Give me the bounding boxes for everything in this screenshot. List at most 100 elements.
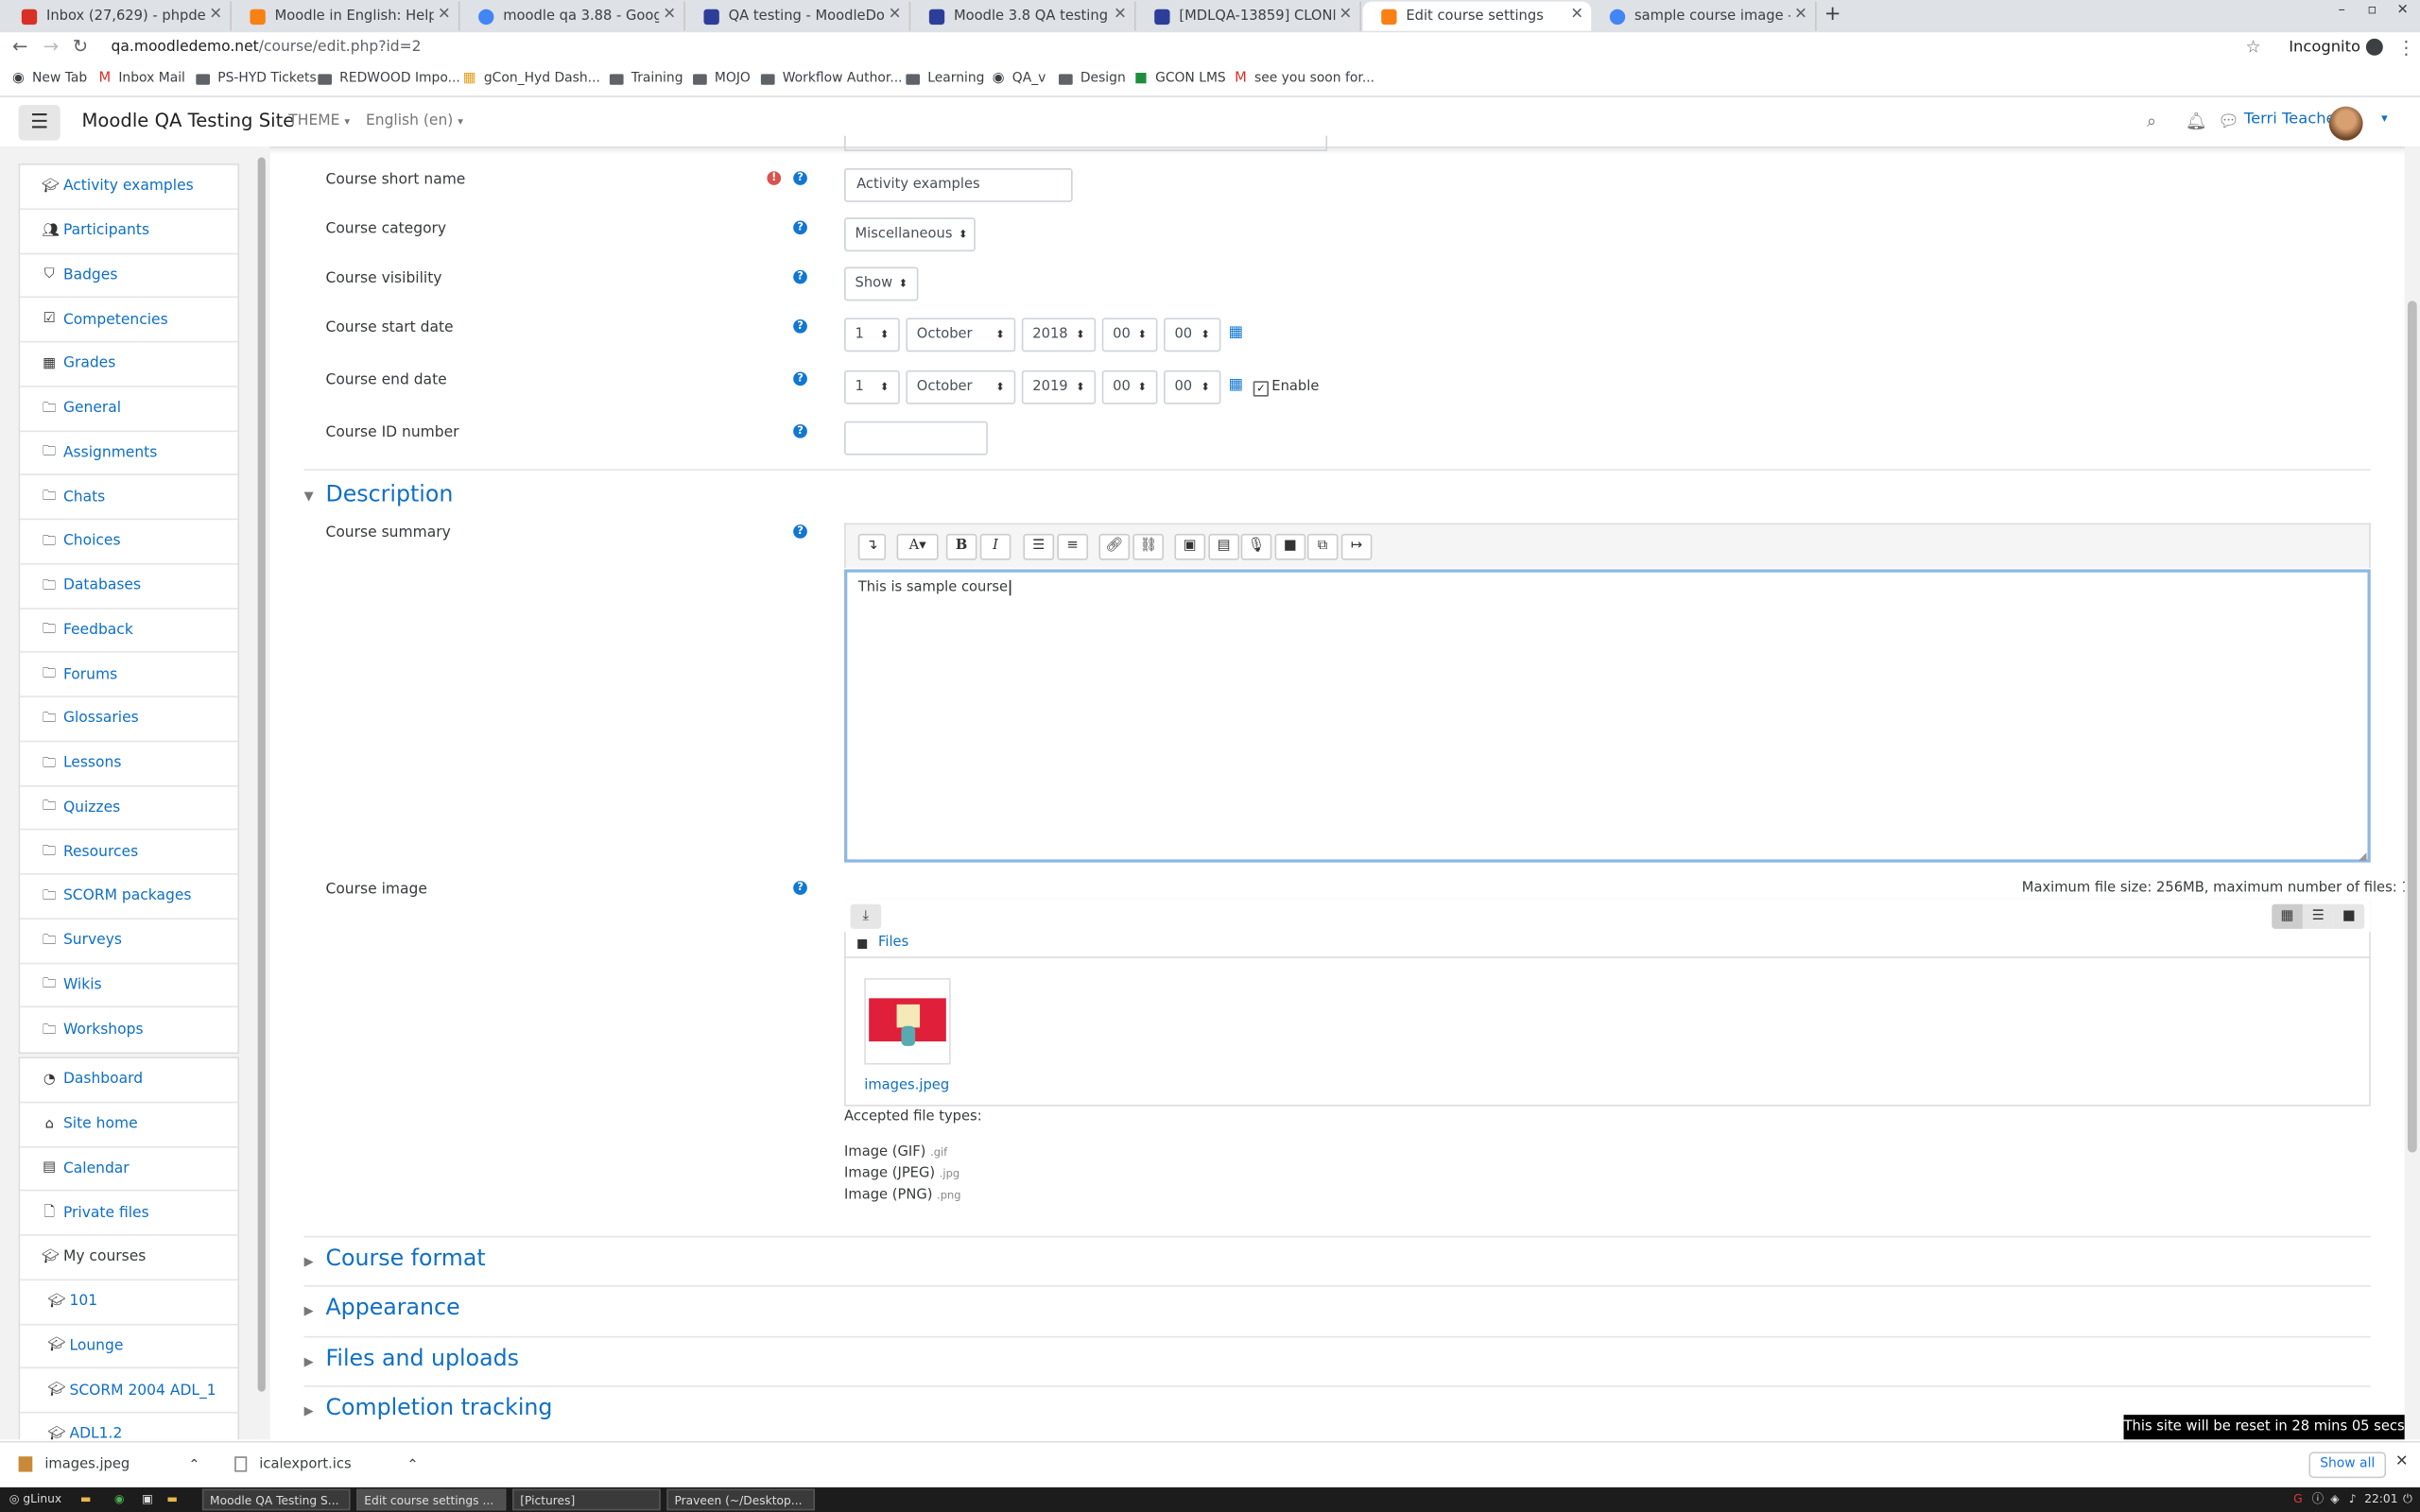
- bookmark-new-tab[interactable]: ◉ New Tab: [12, 71, 87, 86]
- reload-icon[interactable]: ↻: [73, 36, 88, 58]
- theme-menu[interactable]: THEME ▾: [288, 112, 350, 129]
- start-menu-button[interactable]: ◎ gLinux: [3, 1489, 61, 1511]
- drawer-item-my-courses[interactable]: 🎓︎ My courses: [20, 1236, 238, 1280]
- drawer-item-wikis[interactable]: 🗀 Wikis: [20, 964, 238, 1008]
- view-details-button[interactable]: ☰: [2302, 903, 2334, 929]
- drawer-item-workshops[interactable]: 🗀 Workshops: [20, 1008, 237, 1053]
- taskbar-window[interactable]: Moodle QA Testing S...: [201, 1488, 351, 1511]
- close-window-icon[interactable]: ✕: [2397, 3, 2409, 18]
- start-year-select[interactable]: 2018 ⬍: [1021, 318, 1097, 352]
- chrome-launcher-icon[interactable]: ◉: [108, 1489, 125, 1511]
- end-hour-select[interactable]: 00 ⬍: [1101, 369, 1158, 404]
- close-tab-icon[interactable]: ✕: [1570, 7, 1583, 24]
- course-full-name-field-edge[interactable]: [844, 135, 1328, 151]
- search-icon[interactable]: ⌕: [2147, 112, 2156, 133]
- drawer-item-competencies[interactable]: ☑ Competencies: [20, 299, 238, 343]
- view-icons-button[interactable]: ▦: [2272, 903, 2303, 929]
- start-month-select[interactable]: October ⬍: [906, 318, 1016, 352]
- drawer-item-participants[interactable]: 👥︎ Participants: [20, 210, 238, 254]
- drawer-item-forums[interactable]: 🗀 Forums: [20, 653, 238, 697]
- drawer-item-databases[interactable]: 🗀 Databases: [20, 564, 238, 610]
- completion-section-header[interactable]: Completion tracking: [325, 1397, 552, 1421]
- category-select[interactable]: Miscellaneous ⬍: [844, 217, 976, 252]
- resize-handle-icon[interactable]: ◢: [2359, 850, 2367, 863]
- short-name-input[interactable]: Activity examples: [844, 167, 1073, 202]
- drawer-item-site-home[interactable]: ⌂ Site home: [20, 1103, 238, 1147]
- bookmark-inbox-mail[interactable]: M Inbox Mail: [98, 71, 184, 86]
- browser-tab-active[interactable]: Edit course settings ✕: [1362, 1, 1592, 31]
- taskbar-window[interactable]: [Pictures]: [512, 1488, 661, 1511]
- close-tab-icon[interactable]: ✕: [1340, 7, 1353, 24]
- drawer-item-dashboard[interactable]: ◔ Dashboard: [20, 1058, 238, 1103]
- enable-end-date-checkbox[interactable]: ✓: [1253, 381, 1270, 397]
- taskbar-window[interactable]: Praveen (~/Desktop...: [666, 1488, 816, 1511]
- show-all-downloads-button[interactable]: Show all: [2308, 1452, 2387, 1479]
- browser-tab[interactable]: QA testing - MoodleDocs ✕: [685, 1, 911, 31]
- bookmark-folder[interactable]: Workflow Author...: [760, 71, 903, 86]
- site-name[interactable]: Moodle QA Testing Site: [82, 110, 295, 131]
- caret-collapsed-icon[interactable]: ▶: [304, 1254, 314, 1268]
- drawer-scrollbar-thumb[interactable]: [257, 157, 266, 1392]
- browser-tab[interactable]: Moodle in English: Help need✕: [232, 1, 460, 31]
- files-uploads-section-header[interactable]: Files and uploads: [325, 1347, 519, 1371]
- chevron-up-icon[interactable]: ⌃: [406, 1457, 418, 1472]
- language-menu[interactable]: English (en) ▾: [366, 112, 463, 129]
- unordered-list-icon[interactable]: ☰: [1023, 533, 1055, 560]
- close-tab-icon[interactable]: ✕: [209, 7, 222, 24]
- toolbar-toggle-icon[interactable]: ↴: [857, 533, 887, 560]
- browser-tab[interactable]: Moodle 3.8 QA testing - Moo✕: [910, 1, 1136, 31]
- add-file-button[interactable]: ⤓: [850, 903, 882, 929]
- help-icon[interactable]: ?: [793, 318, 807, 334]
- video-icon[interactable]: ■: [1274, 533, 1306, 560]
- image-icon[interactable]: ▣: [1174, 533, 1206, 560]
- folder-launcher-icon[interactable]: ▬: [161, 1489, 178, 1511]
- help-icon[interactable]: ?: [793, 371, 807, 387]
- tray-g-icon[interactable]: G: [2288, 1489, 2302, 1511]
- tray-network-icon[interactable]: ◈: [2325, 1489, 2339, 1511]
- browser-tab[interactable]: [MDLQA-13859] CLONE - A t✕: [1136, 1, 1361, 31]
- end-day-select[interactable]: 1 ⬍: [844, 369, 900, 404]
- file-name-link[interactable]: images.jpeg: [864, 1078, 949, 1093]
- bold-icon[interactable]: B: [945, 533, 977, 560]
- drawer-item-surveys[interactable]: 🗀 Surveys: [20, 919, 238, 964]
- download-item[interactable]: icalexport.ics ⌃: [234, 1456, 419, 1472]
- microphone-icon[interactable]: 🎙︎: [1240, 533, 1272, 560]
- close-tab-icon[interactable]: ✕: [1114, 7, 1127, 24]
- drawer-item-private-files[interactable]: 🗋 Private files: [20, 1192, 238, 1236]
- drawer-item-lessons[interactable]: 🗀 Lessons: [20, 742, 238, 786]
- forward-icon[interactable]: →: [43, 36, 59, 58]
- tray-volume-icon[interactable]: ♪: [2342, 1489, 2357, 1511]
- tray-power-icon[interactable]: ⏻: [2397, 1489, 2412, 1511]
- bookmark-folder[interactable]: PS-HYD Tickets: [196, 71, 317, 86]
- caret-expanded-icon[interactable]: ▼: [304, 490, 314, 504]
- description-section-header[interactable]: Description: [325, 483, 453, 507]
- help-icon[interactable]: ?: [793, 220, 807, 235]
- calendar-icon[interactable]: ▦: [1229, 376, 1243, 393]
- start-day-select[interactable]: 1 ⬍: [844, 318, 900, 352]
- ordered-list-icon[interactable]: ≡: [1057, 533, 1089, 560]
- taskbar-window-active[interactable]: Edit course settings ...: [356, 1488, 507, 1511]
- bell-icon[interactable]: 🔔︎: [2186, 112, 2207, 131]
- help-icon[interactable]: ?: [793, 524, 807, 539]
- end-year-select[interactable]: 2019 ⬍: [1021, 369, 1097, 404]
- messages-icon[interactable]: 💬︎: [2218, 112, 2239, 131]
- tray-info-icon[interactable]: ⓘ: [2306, 1489, 2324, 1511]
- drawer-item-general[interactable]: 🗀 General: [20, 387, 238, 432]
- media-icon[interactable]: ▤: [1208, 533, 1240, 560]
- menu-kebab-icon[interactable]: ⋮: [2397, 37, 2416, 59]
- bookmark-gcon[interactable]: ▦ gCon_Hyd Dash...: [463, 71, 600, 86]
- more-tools-icon[interactable]: ↦: [1340, 533, 1373, 560]
- start-hour-select[interactable]: 00 ⬍: [1101, 318, 1158, 352]
- drawer-item-glossaries[interactable]: 🗀 Glossaries: [20, 697, 238, 742]
- drawer-item-feedback[interactable]: 🗀 Feedback: [20, 609, 238, 654]
- manage-files-icon[interactable]: ⧉: [1306, 533, 1339, 560]
- drawer-item-chats[interactable]: 🗀 Chats: [20, 475, 238, 521]
- avatar[interactable]: [2328, 106, 2363, 141]
- help-icon[interactable]: ?: [793, 423, 807, 438]
- appearance-section-header[interactable]: Appearance: [325, 1296, 459, 1320]
- user-menu[interactable]: Terri Teacher: [2244, 112, 2342, 129]
- browser-tab[interactable]: moodle qa 3.88 - Google Se✕: [460, 1, 685, 31]
- end-minute-select[interactable]: 00 ⬍: [1164, 369, 1221, 404]
- link-icon[interactable]: 🔗︎: [1098, 533, 1131, 560]
- terminal-launcher-icon[interactable]: ▣: [136, 1489, 153, 1511]
